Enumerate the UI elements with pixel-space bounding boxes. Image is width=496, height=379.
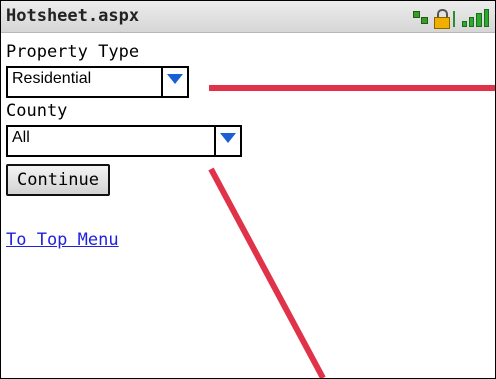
status-icons	[413, 7, 489, 29]
chevron-down-icon[interactable]	[161, 68, 187, 96]
browser-frame: Hotsheet.aspx Property Type Residential	[0, 0, 496, 379]
property-type-select[interactable]: Residential	[6, 66, 189, 98]
top-menu-link[interactable]: To Top Menu	[6, 230, 119, 250]
annotation-line-diagonal	[208, 167, 326, 378]
continue-button[interactable]: Continue	[6, 164, 110, 196]
county-value: All	[12, 129, 30, 146]
page-title: Hotsheet.aspx	[6, 6, 140, 26]
property-type-value: Residential	[12, 70, 92, 87]
property-type-label: Property Type	[6, 42, 140, 62]
lock-icon	[433, 9, 450, 29]
chevron-down-icon[interactable]	[214, 127, 240, 155]
signal-icon	[453, 9, 489, 27]
county-select[interactable]: All	[6, 125, 242, 157]
county-label: County	[6, 101, 68, 121]
network-icon	[413, 11, 429, 25]
title-bar: Hotsheet.aspx	[1, 1, 495, 33]
